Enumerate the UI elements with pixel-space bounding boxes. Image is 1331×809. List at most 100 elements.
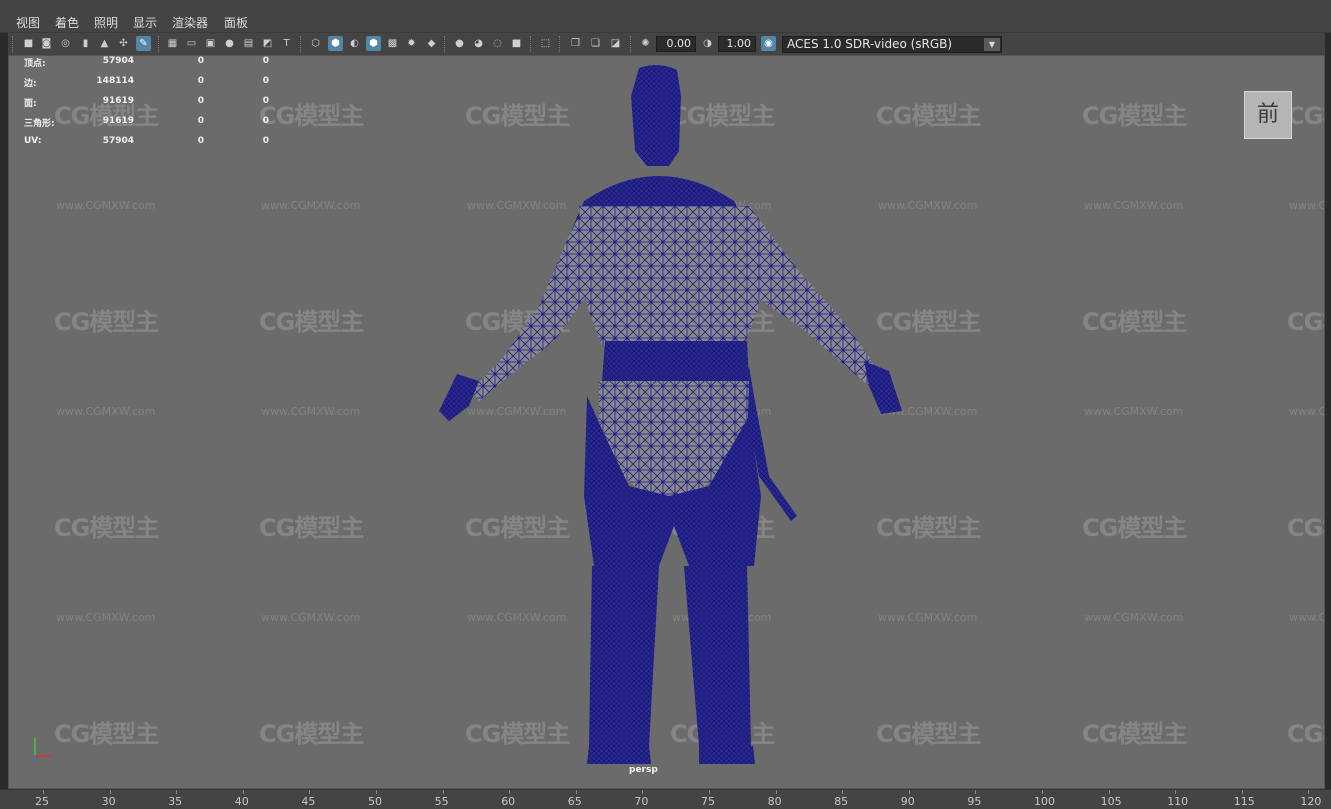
hud-value: 0 <box>197 116 204 126</box>
image-plane-icon[interactable]: ▲ <box>97 36 112 51</box>
timeline-tick-mark <box>242 790 244 794</box>
select-camera-icon[interactable]: ■ <box>21 36 36 51</box>
timeline-tick-label: 55 <box>434 795 449 808</box>
hud-value: 57904 <box>102 136 134 146</box>
wireframe-icon[interactable]: ⬡ <box>308 36 323 51</box>
hud-row-uvs: UV: 57904 0 0 <box>9 136 309 150</box>
timeline-tick-label: 120 <box>1300 795 1322 808</box>
multisample-aa-icon[interactable]: ◌ <box>490 36 505 51</box>
default-material-icon[interactable]: ◐ <box>347 36 362 51</box>
menu-lighting[interactable]: 照明 <box>94 14 118 31</box>
xray-joints-icon[interactable]: ◪ <box>608 36 623 51</box>
timeline-tick-label: 35 <box>168 795 183 808</box>
panel-toolbar: ■ ◙ ◎ ▮ ▲ ✣ ✎ ▦ ▭ ▣ ● ▤ ◩ T ⬡ ⬢ ◐ ⬢ ▩ ✹ … <box>8 33 1325 55</box>
axis-gizmo-icon <box>30 738 51 761</box>
timeline-tick-label: 45 <box>301 795 316 808</box>
timeline-tick-mark <box>775 790 777 794</box>
timeline-tick-label: 100 <box>1034 795 1055 808</box>
menu-panels[interactable]: 面板 <box>224 14 248 31</box>
hud-value: 0 <box>262 76 269 86</box>
timeline-tick-mark <box>509 790 511 794</box>
time-slider[interactable]: 25 30 35 40 45 50 55 60 65 70 75 80 85 90 95 100 105 110 1… <box>0 789 1331 809</box>
menu-show[interactable]: 显示 <box>133 14 157 31</box>
timeline-tick-mark <box>975 790 977 794</box>
isolate-select-icon[interactable]: ⬚ <box>538 36 553 51</box>
hud-label: 三角形: <box>24 119 55 129</box>
timeline-tick-label: 60 <box>501 795 516 808</box>
wireframe-on-shaded-icon[interactable]: ⬢ <box>366 36 381 51</box>
2d-pan-zoom-icon[interactable]: ✣ <box>116 36 131 51</box>
textured-icon[interactable]: ▩ <box>385 36 400 51</box>
hud-value: 0 <box>262 136 269 146</box>
timeline-tick-mark <box>309 790 311 794</box>
depth-of-field-icon[interactable]: ■ <box>509 36 524 51</box>
menu-view[interactable]: 视图 <box>16 14 40 31</box>
timeline-tick-label: 110 <box>1167 795 1189 808</box>
timeline-tick-mark <box>908 790 910 794</box>
gamma-field[interactable]: 1.00 <box>718 36 756 52</box>
toolbar-separator <box>444 36 446 52</box>
timeline-tick-label: 25 <box>35 795 49 808</box>
hud-row-vertices: 顶点: 57904 0 0 <box>9 56 309 70</box>
timeline-tick-label: 50 <box>368 795 382 808</box>
timeline-tick-mark <box>1042 790 1043 794</box>
hud-label: UV: <box>24 136 42 146</box>
gamma-icon[interactable]: ◑ <box>700 36 715 51</box>
timeline-tick-label: 65 <box>567 795 582 808</box>
use-all-lights-icon[interactable]: ✹ <box>404 36 419 51</box>
timeline-tick-mark <box>1308 790 1310 794</box>
hud-row-faces: 面: 91619 0 0 <box>9 96 309 110</box>
hud-value: 0 <box>262 96 269 106</box>
gate-mask-icon[interactable]: ● <box>222 36 237 51</box>
timeline-tick-label: 90 <box>900 795 915 808</box>
view-cube[interactable]: 前 <box>1244 91 1292 139</box>
character-wireframe[interactable] <box>9 56 1325 789</box>
screen-space-ao-icon[interactable]: ● <box>452 36 467 51</box>
xray-icon[interactable]: ❐ <box>568 36 583 51</box>
timeline-tick-mark <box>176 790 178 794</box>
hud-value: 0 <box>262 56 269 66</box>
timeline-tick-label: 70 <box>634 795 649 808</box>
chevron-down-icon[interactable]: ▼ <box>984 38 1000 51</box>
film-gate-icon[interactable]: ▭ <box>184 36 199 51</box>
grid-icon[interactable]: ▦ <box>165 36 180 51</box>
hud-value: 57904 <box>102 56 134 66</box>
timeline-tick-label: 85 <box>834 795 849 808</box>
timeline-tick-label: 80 <box>767 795 782 808</box>
toolbar-separator <box>559 36 561 52</box>
timeline-tick-label: 40 <box>234 795 249 808</box>
color-management-icon[interactable]: ◉ <box>761 36 776 51</box>
safe-title-icon[interactable]: T <box>279 36 294 51</box>
timeline-tick-label: 95 <box>967 795 982 808</box>
smooth-shade-icon[interactable]: ⬢ <box>328 36 343 51</box>
hud-value: 91619 <box>102 96 134 106</box>
xray-active-components-icon[interactable]: ❏ <box>588 36 603 51</box>
hud-value: 91619 <box>102 116 134 126</box>
motion-blur-icon[interactable]: ◕ <box>471 36 486 51</box>
camera-name-label: persp <box>629 765 658 775</box>
timeline-tick-mark <box>442 790 444 794</box>
resolution-gate-icon[interactable]: ▣ <box>203 36 218 51</box>
menu-shading[interactable]: 着色 <box>55 14 79 31</box>
camera-icon[interactable]: ◎ <box>58 36 73 51</box>
safe-action-icon[interactable]: ◩ <box>260 36 275 51</box>
exposure-field[interactable]: 0.00 <box>656 36 696 52</box>
exposure-icon[interactable]: ✺ <box>638 36 653 51</box>
bookmark-icon[interactable]: ▮ <box>78 36 93 51</box>
menu-bar: 视图 着色 照明 显示 渲染器 面板 <box>0 0 1331 33</box>
timeline-tick-mark <box>709 790 710 794</box>
hud-value: 0 <box>197 96 204 106</box>
hud-row-triangles: 三角形: 91619 0 0 <box>9 116 309 130</box>
timeline-tick-mark <box>109 790 111 794</box>
shadows-icon[interactable]: ◆ <box>424 36 439 51</box>
toolbar-separator <box>12 36 14 52</box>
timeline-tick-mark <box>575 790 577 794</box>
timeline-tick-mark <box>1241 790 1243 794</box>
field-chart-icon[interactable]: ▤ <box>241 36 256 51</box>
view-transform-select[interactable]: ACES 1.0 SDR-video (sRGB) ▼ <box>782 36 1002 53</box>
toolbar-separator <box>158 36 160 52</box>
viewport-persp[interactable]: CG模型主 www.CGMXW.com CG模型主 www.CGMXW.com CG模型… <box>8 55 1325 789</box>
camera-attributes-icon[interactable]: ◙ <box>39 36 54 51</box>
grease-pencil-icon[interactable]: ✎ <box>136 36 151 51</box>
menu-renderer[interactable]: 渲染器 <box>172 14 208 31</box>
